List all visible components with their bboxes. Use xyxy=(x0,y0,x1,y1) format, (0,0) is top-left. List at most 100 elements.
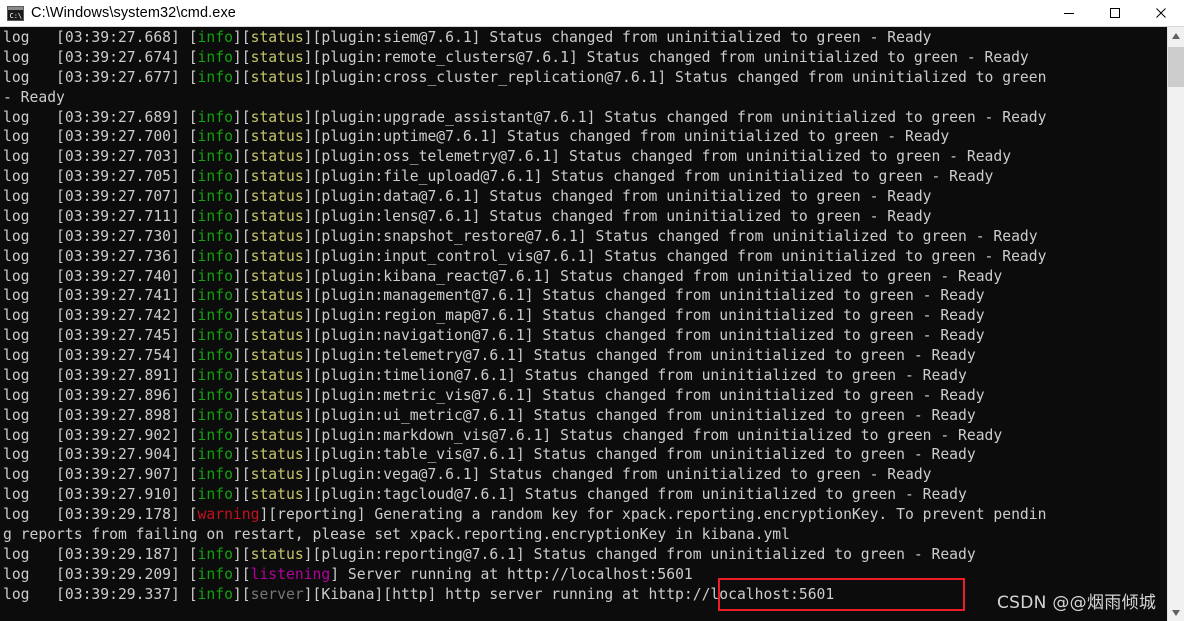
log-token: ][plugin:management@7.6.1] Status change… xyxy=(303,287,985,305)
console-log-line: log [03:39:29.187] [info][status][plugin… xyxy=(3,545,1183,565)
log-token: log [03:39:27.902] [ xyxy=(3,426,198,444)
log-token: warning xyxy=(197,506,260,523)
log-token: status xyxy=(250,188,304,205)
log-token: ] Server running at http://localhost:560… xyxy=(330,565,693,583)
log-token: info xyxy=(197,446,233,464)
log-token: status xyxy=(250,287,304,305)
log-token: status xyxy=(250,486,304,504)
maximize-button[interactable] xyxy=(1092,0,1138,27)
log-token: ][plugin:timelion@7.6.1] Status changed … xyxy=(303,366,967,384)
log-token: status xyxy=(250,386,304,404)
log-token: info xyxy=(197,406,233,424)
console-log-line: log [03:39:27.896] [info][status][plugin… xyxy=(3,386,1183,406)
console-log-line: log [03:39:27.891] [info][status][plugin… xyxy=(3,366,1183,386)
log-token: ][ xyxy=(232,565,251,583)
cmd-window: C:\ C:\Windows\system32\cmd.exe log [03:… xyxy=(0,0,1184,621)
console-log-line: log [03:39:27.689] [info][status][plugin… xyxy=(3,108,1183,128)
log-token: info xyxy=(197,545,233,563)
log-token: status xyxy=(250,327,304,345)
log-token: log [03:39:29.178] [ xyxy=(3,506,198,523)
log-token: log [03:39:27.891] [ xyxy=(3,366,198,384)
log-token: ][plugin:data@7.6.1] Status changed from… xyxy=(303,188,932,205)
log-token: info xyxy=(197,128,233,146)
log-token: info xyxy=(197,307,233,325)
scrollbar-thumb[interactable] xyxy=(1168,47,1184,87)
log-token: ][ xyxy=(232,287,251,305)
log-token: log [03:39:27.689] [ xyxy=(3,108,198,126)
log-token: ][ xyxy=(232,386,251,404)
log-token: status xyxy=(250,48,304,66)
console-log-line: log [03:39:27.730] [info][status][plugin… xyxy=(3,227,1183,247)
log-token: status xyxy=(250,168,304,186)
console-log-text: log [03:39:27.668] [info][status][plugin… xyxy=(3,28,1183,604)
log-token: ][ xyxy=(232,347,251,364)
console-log-line: log [03:39:27.907] [info][status][plugin… xyxy=(3,465,1183,485)
log-token: info xyxy=(197,287,233,305)
log-token: ][plugin:region_map@7.6.1] Status change… xyxy=(303,307,985,325)
log-token: status xyxy=(250,108,304,126)
console-log-line: log [03:39:27.741] [info][status][plugin… xyxy=(3,286,1183,306)
log-token: log [03:39:27.904] [ xyxy=(3,446,198,464)
log-token: ][plugin:input_control_vis@7.6.1] Status… xyxy=(303,247,1047,265)
svg-text:C:\: C:\ xyxy=(10,12,23,20)
log-token: status xyxy=(250,466,304,484)
log-token: info xyxy=(197,466,233,484)
console-output-area[interactable]: log [03:39:27.668] [info][status][plugin… xyxy=(0,27,1184,621)
log-token: ][plugin:reporting@7.6.1] Status changed… xyxy=(303,545,976,563)
log-token: log [03:39:27.705] [ xyxy=(3,168,198,186)
console-log-line: log [03:39:27.898] [info][status][plugin… xyxy=(3,406,1183,426)
log-token: log [03:39:27.677] [ xyxy=(3,68,198,86)
log-token: status xyxy=(250,426,304,444)
console-log-line: g reports from failing on restart, pleas… xyxy=(3,525,1183,545)
log-token: ][ xyxy=(232,486,251,504)
log-token: info xyxy=(197,29,233,46)
console-log-line: log [03:39:27.904] [info][status][plugin… xyxy=(3,445,1183,465)
log-token: info xyxy=(197,188,233,205)
log-token: g reports from failing on restart, pleas… xyxy=(3,525,790,543)
log-token: log [03:39:27.736] [ xyxy=(3,247,198,265)
log-token: log [03:39:29.187] [ xyxy=(3,545,198,563)
console-log-line: log [03:39:27.674] [info][status][plugin… xyxy=(3,48,1183,68)
log-token: status xyxy=(250,545,304,563)
log-token: ][ xyxy=(232,68,251,86)
log-token: status xyxy=(250,148,304,166)
log-token: info xyxy=(197,207,233,225)
log-token: status xyxy=(250,247,304,265)
log-token: status xyxy=(250,128,304,146)
log-token: info xyxy=(197,565,233,583)
log-token: ][ xyxy=(232,207,251,225)
console-scrollbar[interactable] xyxy=(1167,27,1184,621)
log-token: status xyxy=(250,267,304,285)
log-token: info xyxy=(197,327,233,345)
scroll-down-arrow-icon[interactable] xyxy=(1168,604,1184,621)
log-token: ][plugin:lens@7.6.1] Status changed from… xyxy=(303,207,932,225)
console-log-line: log [03:39:29.209] [info][listening] Ser… xyxy=(3,565,1183,585)
log-token: ][plugin:cross_cluster_replication@7.6.1… xyxy=(303,68,1047,86)
console-log-line: log [03:39:27.703] [info][status][plugin… xyxy=(3,147,1183,167)
log-token: info xyxy=(197,267,233,285)
url-highlight-box xyxy=(718,578,965,611)
log-token: info xyxy=(197,386,233,404)
log-token: ][plugin:markdown_vis@7.6.1] Status chan… xyxy=(303,426,1003,444)
log-token: log [03:39:27.745] [ xyxy=(3,327,198,345)
log-token: ][plugin:table_vis@7.6.1] Status changed… xyxy=(303,446,976,464)
log-token: ][plugin:telemetry@7.6.1] Status changed… xyxy=(303,347,976,364)
log-token: log [03:39:29.337] [ xyxy=(3,585,198,603)
log-token: status xyxy=(250,446,304,464)
log-token: ][plugin:uptime@7.6.1] Status changed fr… xyxy=(303,128,950,146)
log-token: info xyxy=(197,247,233,265)
console-log-line: - Ready xyxy=(3,88,1183,108)
console-log-line: log [03:39:29.178] [warning][reporting] … xyxy=(3,505,1183,525)
scroll-up-arrow-icon[interactable] xyxy=(1168,27,1184,44)
log-token: log [03:39:27.907] [ xyxy=(3,466,198,484)
log-token: listening xyxy=(250,565,331,583)
cmd-console-icon: C:\ xyxy=(7,5,24,21)
log-token: ][ xyxy=(232,128,251,146)
close-button[interactable] xyxy=(1138,0,1184,27)
log-token: log [03:39:27.707] [ xyxy=(3,188,198,205)
log-token: ][ xyxy=(232,426,251,444)
log-token: ][plugin:file_upload@7.6.1] Status chang… xyxy=(303,168,994,186)
log-token: ][ xyxy=(232,366,251,384)
minimize-button[interactable] xyxy=(1046,0,1092,27)
log-token: server xyxy=(250,585,304,603)
